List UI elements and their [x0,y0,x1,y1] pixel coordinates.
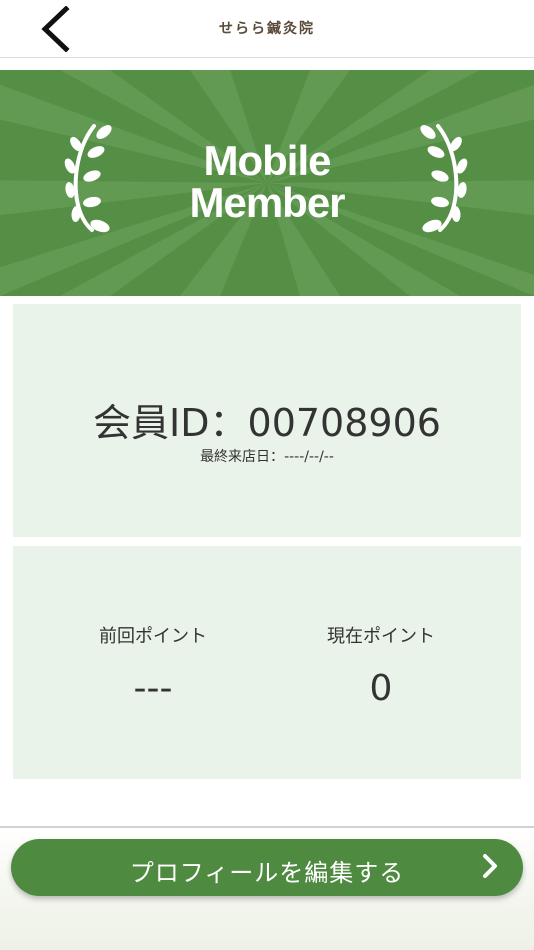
previous-points-value: --- [133,668,173,709]
edit-profile-label: プロフィールを編集する [129,859,405,887]
previous-points: 前回ポイント --- [33,622,273,709]
hero-title-line2: Member [189,179,345,226]
current-points-value: 0 [369,668,393,709]
chevron-right-icon [483,854,497,878]
last-visit-label: 最終来店日： [200,449,285,465]
current-points: 現在ポイント 0 [261,622,501,709]
app-title: せらら鍼灸院 [219,21,315,37]
member-id-separator: ： [209,401,248,445]
hero-title-line1: Mobile [203,137,332,184]
current-points-label: 現在ポイント [327,626,435,647]
previous-points-label: 前回ポイント [99,626,207,647]
last-visit-value: ----/--/-- [284,449,334,465]
member-id-value: 00708906 [247,401,441,445]
edit-profile-button[interactable]: プロフィールを編集する [11,839,523,896]
app-header: せらら鍼灸院 [0,0,534,58]
hero-title: Mobile Member [0,140,534,224]
last-visit-date: 最終来店日：----/--/-- [0,446,534,466]
member-id: 会員ID：00708906 [0,392,534,447]
member-id-label: 会員ID [93,401,210,445]
